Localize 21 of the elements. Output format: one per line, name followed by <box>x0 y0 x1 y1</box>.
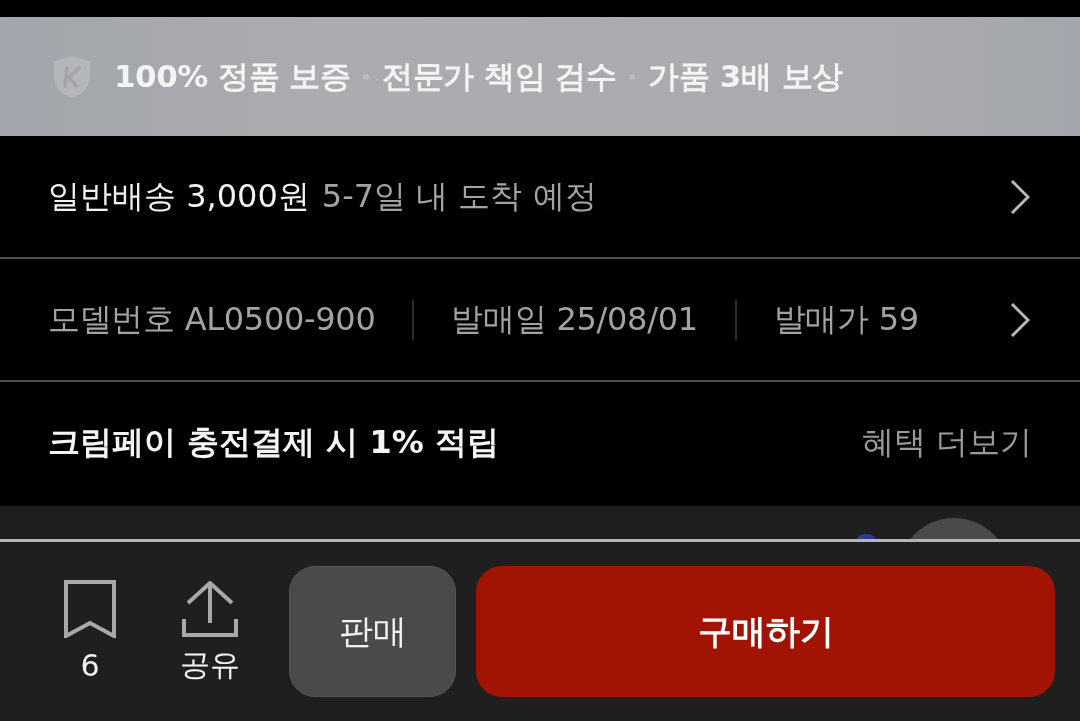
guarantee-text: 100% 정품 보증 <box>114 56 351 96</box>
product-info-text: 발매가 59 <box>773 298 919 340</box>
product-info-text: 발매일 25/08/01 <box>451 298 698 340</box>
product-info-text: 모델번호 AL0500-900 <box>48 298 376 340</box>
chevron-right-icon <box>1010 178 1030 215</box>
guarantee-text: 전문가 책임 검수 <box>382 56 617 96</box>
buy-button[interactable]: 구매하기 <box>476 566 1055 697</box>
share-button[interactable]: 공유 <box>180 580 240 683</box>
share-icon <box>182 580 238 637</box>
bookmark-button[interactable]: 6 <box>60 579 120 684</box>
chevron-right-icon <box>1010 301 1030 338</box>
guarantee-text: 가품 3배 보상 <box>648 56 843 96</box>
benefit-text: 크림페이 충전결제 시 1% 적립 <box>48 421 499 463</box>
delivery-estimate: 5-7일 내 도착 예정 <box>321 175 597 217</box>
sell-button[interactable]: 판매 <box>289 566 456 697</box>
partial-icon <box>856 533 876 539</box>
bookmark-icon <box>64 579 116 638</box>
product-info-row[interactable]: 모델번호 AL0500-900 발매일 25/08/01 발매가 59 <box>0 259 1080 380</box>
more-benefits-link[interactable]: 혜택 더보기 <box>861 420 1032 465</box>
delivery-row[interactable]: 일반배송 3,000원 5-7일 내 도착 예정 <box>0 136 1080 257</box>
delivery-label: 일반배송 3,000원 <box>48 175 310 217</box>
